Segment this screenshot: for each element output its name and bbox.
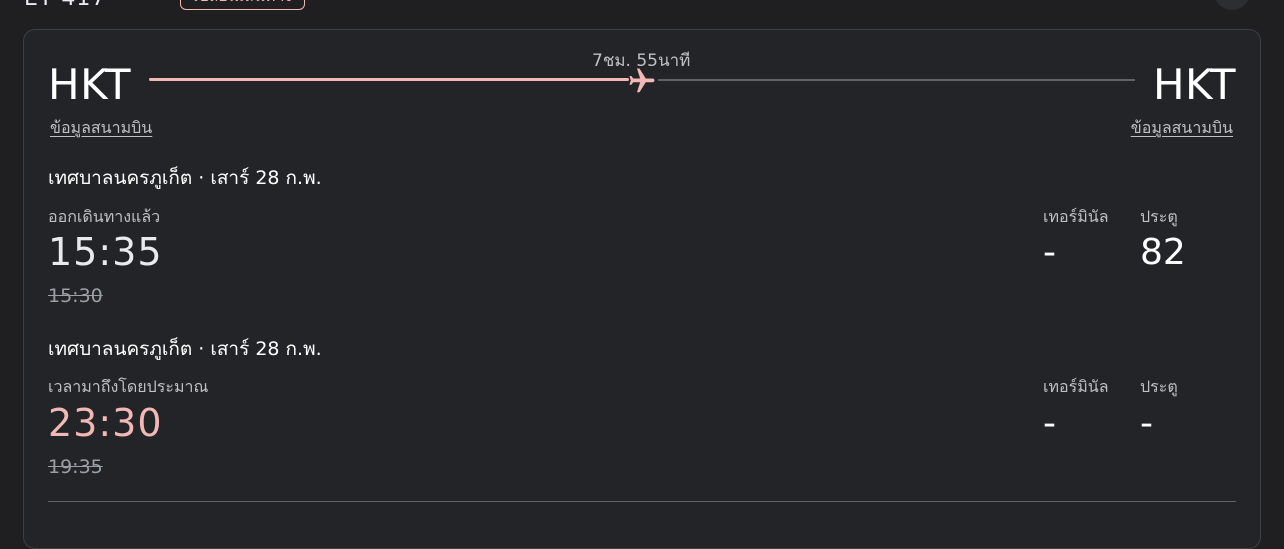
destination-airport-info-link[interactable]: ข้อมูลสนามบิน [1131, 116, 1233, 141]
arrival-terminal-label: เทอร์มินัล [1043, 377, 1109, 396]
arrival-terminal-value: - [1043, 403, 1056, 444]
more-options-button[interactable] [1214, 0, 1250, 10]
arrival-gate-value: - [1140, 403, 1153, 444]
status-chip: เปลี่ยนเส้นทาง [180, 0, 306, 10]
destination-code: HKT [1152, 60, 1236, 109]
airplane-icon [629, 68, 655, 93]
departure-gate-value: 82 [1140, 232, 1186, 273]
flight-number: EY 417 [24, 0, 106, 11]
departure-title: เทศบาลนครภูเก็ต · เสาร์ 28 ก.พ. [48, 167, 322, 189]
arrival-scheduled-time: 19:35 [48, 456, 103, 478]
origin-airport-info-link[interactable]: ข้อมูลสนามบิน [50, 116, 152, 141]
flight-card [23, 29, 1261, 549]
departure-terminal-value: - [1043, 232, 1056, 273]
flight-header: EY 417 เปลี่ยนเส้นทาง [0, 0, 1284, 14]
departure-status: ออกเดินทางแล้ว [48, 207, 161, 226]
arrival-title: เทศบาลนครภูเก็ต · เสาร์ 28 ก.พ. [48, 338, 322, 360]
departure-gate-label: ประตู [1140, 207, 1178, 226]
progress-track-remaining [658, 79, 1135, 81]
origin-code: HKT [48, 60, 132, 109]
arrival-gate-label: ประตู [1140, 377, 1178, 396]
progress-track-completed [149, 78, 629, 81]
departure-time: 15:35 [48, 230, 163, 274]
arrival-status: เวลามาถึงโดยประมาณ [48, 377, 209, 396]
section-divider [48, 501, 1236, 502]
departure-scheduled-time: 15:30 [48, 285, 103, 307]
departure-terminal-label: เทอร์มินัล [1043, 207, 1109, 226]
arrival-time: 23:30 [48, 401, 163, 445]
